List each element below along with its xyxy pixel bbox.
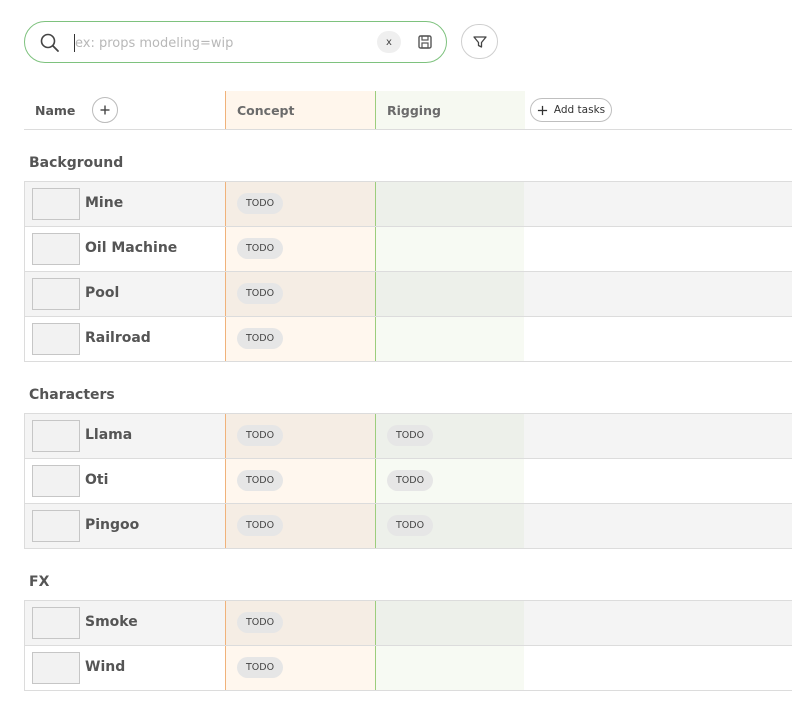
concept-cell[interactable]: TODO bbox=[225, 601, 375, 645]
search-icon bbox=[40, 33, 59, 52]
concept-cell[interactable]: TODO bbox=[225, 272, 375, 316]
table-row[interactable]: Smoke TODO bbox=[24, 601, 792, 646]
entity-name[interactable]: Pool bbox=[85, 285, 119, 301]
name-column-label: Name bbox=[35, 102, 76, 118]
status-badge: TODO bbox=[237, 470, 284, 491]
entity-name[interactable]: Wind bbox=[85, 659, 125, 675]
thumbnail[interactable] bbox=[32, 652, 80, 684]
group-characters: Llama TODO TODO Oti TODO TODO Pingoo TOD… bbox=[24, 413, 792, 549]
plus-icon bbox=[100, 105, 110, 115]
status-badge: TODO bbox=[237, 657, 284, 678]
search-bar: x bbox=[24, 21, 447, 63]
status-badge: TODO bbox=[237, 425, 284, 446]
concept-cell[interactable]: TODO bbox=[225, 227, 375, 271]
entity-name[interactable]: Oil Machine bbox=[85, 240, 177, 256]
status-badge: TODO bbox=[237, 283, 284, 304]
table-row[interactable]: Oil Machine TODO bbox=[24, 227, 792, 272]
rigging-cell[interactable]: TODO bbox=[375, 504, 524, 548]
thumbnail[interactable] bbox=[32, 510, 80, 542]
entity-name[interactable]: Oti bbox=[85, 472, 108, 488]
clear-search-button[interactable]: x bbox=[377, 31, 401, 53]
rigging-cell[interactable] bbox=[375, 601, 524, 645]
add-tasks-button[interactable]: Add tasks bbox=[530, 98, 612, 122]
thumbnail[interactable] bbox=[32, 607, 80, 639]
name-column-header: Name bbox=[24, 91, 224, 129]
entity-name[interactable]: Pingoo bbox=[85, 517, 139, 533]
table-row[interactable]: Pingoo TODO TODO bbox=[24, 504, 792, 549]
status-badge: TODO bbox=[237, 328, 284, 349]
concept-cell[interactable]: TODO bbox=[225, 317, 375, 361]
status-badge: TODO bbox=[237, 193, 284, 214]
save-icon[interactable] bbox=[415, 32, 435, 52]
table-row[interactable]: Railroad TODO bbox=[24, 317, 792, 362]
status-badge: TODO bbox=[237, 515, 284, 536]
add-tasks-label: Add tasks bbox=[553, 104, 606, 116]
table-row[interactable]: Oti TODO TODO bbox=[24, 459, 792, 504]
rigging-cell[interactable]: TODO bbox=[375, 414, 524, 458]
status-badge: TODO bbox=[387, 425, 434, 446]
thumbnail[interactable] bbox=[32, 420, 80, 452]
rigging-cell[interactable] bbox=[375, 182, 524, 226]
rigging-cell[interactable]: TODO bbox=[375, 459, 524, 503]
status-badge: TODO bbox=[387, 470, 434, 491]
entity-name[interactable]: Smoke bbox=[85, 614, 138, 630]
rigging-column-label: Rigging bbox=[387, 102, 441, 118]
rigging-cell[interactable] bbox=[375, 272, 524, 316]
concept-cell[interactable]: TODO bbox=[225, 459, 375, 503]
concept-column-label: Concept bbox=[237, 102, 295, 118]
add-column-button[interactable] bbox=[92, 97, 119, 123]
table-row[interactable]: Wind TODO bbox=[24, 646, 792, 691]
group-title-characters: Characters bbox=[29, 387, 115, 403]
status-badge: TODO bbox=[237, 238, 284, 259]
rigging-cell[interactable] bbox=[375, 646, 524, 690]
filter-button[interactable] bbox=[461, 24, 498, 59]
thumbnail[interactable] bbox=[32, 323, 80, 355]
table-row[interactable]: Llama TODO TODO bbox=[24, 414, 792, 459]
concept-column-header[interactable]: Concept bbox=[225, 91, 375, 129]
thumbnail[interactable] bbox=[32, 465, 80, 497]
rigging-column-header[interactable]: Rigging bbox=[375, 91, 525, 129]
entity-name[interactable]: Railroad bbox=[85, 330, 151, 346]
entity-name[interactable]: Mine bbox=[85, 195, 123, 211]
group-title-fx: FX bbox=[29, 574, 50, 590]
search-input[interactable] bbox=[75, 31, 365, 55]
table-row[interactable]: Pool TODO bbox=[24, 272, 792, 317]
group-fx: Smoke TODO Wind TODO bbox=[24, 600, 792, 691]
plus-icon bbox=[537, 105, 547, 115]
thumbnail[interactable] bbox=[32, 233, 80, 265]
concept-cell[interactable]: TODO bbox=[225, 182, 375, 226]
status-badge: TODO bbox=[237, 612, 284, 633]
rigging-cell[interactable] bbox=[375, 317, 524, 361]
group-background: Mine TODO Oil Machine TODO Pool TODO Rai… bbox=[24, 181, 792, 362]
concept-cell[interactable]: TODO bbox=[225, 504, 375, 548]
group-title-background: Background bbox=[29, 155, 124, 171]
concept-cell[interactable]: TODO bbox=[225, 414, 375, 458]
entity-name[interactable]: Llama bbox=[85, 427, 132, 443]
filter-icon bbox=[472, 35, 487, 48]
concept-cell[interactable]: TODO bbox=[225, 646, 375, 690]
status-badge: TODO bbox=[387, 515, 434, 536]
rigging-cell[interactable] bbox=[375, 227, 524, 271]
thumbnail[interactable] bbox=[32, 188, 80, 220]
thumbnail[interactable] bbox=[32, 278, 80, 310]
header-divider bbox=[24, 129, 792, 130]
table-row[interactable]: Mine TODO bbox=[24, 182, 792, 227]
